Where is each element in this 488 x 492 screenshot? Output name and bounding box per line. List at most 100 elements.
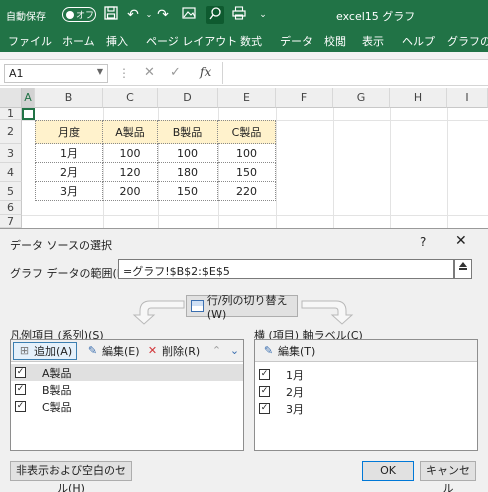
delete-series-button[interactable]: ✕ 削除(R) bbox=[141, 342, 205, 360]
column-header[interactable]: H bbox=[390, 88, 447, 108]
name-box[interactable]: A1 ▼ bbox=[4, 64, 108, 83]
row-header[interactable]: 4 bbox=[0, 163, 22, 182]
tab-help[interactable]: ヘルプ bbox=[402, 33, 435, 49]
category-checkbox[interactable]: ✓ bbox=[259, 386, 270, 397]
table-cell[interactable]: 2月 bbox=[35, 163, 103, 182]
add-series-button[interactable]: ⊞ 追加(A) bbox=[13, 342, 78, 360]
save-icon[interactable] bbox=[102, 6, 120, 24]
table-cell[interactable]: 150 bbox=[218, 163, 276, 182]
edit-icon: ✎ bbox=[263, 344, 274, 357]
table-cell[interactable]: 1月 bbox=[35, 144, 103, 163]
column-header[interactable]: G bbox=[333, 88, 390, 108]
help-icon[interactable]: ? bbox=[420, 235, 426, 249]
select-all-corner[interactable] bbox=[0, 88, 22, 108]
tab-formulas[interactable]: 数式 bbox=[240, 33, 262, 49]
insert-function-icon[interactable]: fx bbox=[200, 65, 211, 79]
series-item[interactable]: ✓ B製品 bbox=[11, 381, 243, 398]
series-checkbox[interactable]: ✓ bbox=[15, 401, 26, 412]
column-header[interactable]: I bbox=[447, 88, 488, 108]
tab-file[interactable]: ファイル bbox=[8, 33, 52, 49]
column-header[interactable]: E bbox=[218, 88, 276, 108]
chevron-down-icon[interactable]: ▼ bbox=[97, 67, 103, 76]
series-checkbox[interactable]: ✓ bbox=[15, 384, 26, 395]
table-cell[interactable]: 100 bbox=[103, 144, 158, 163]
switch-row-column-label: 行/列の切り替え(W) bbox=[206, 293, 288, 321]
series-item[interactable]: ✓ A製品 bbox=[11, 364, 243, 381]
chart-range-input[interactable]: =グラフ!$B$2:$E$5 bbox=[118, 259, 454, 279]
gridline bbox=[22, 215, 488, 216]
table-cell[interactable]: 180 bbox=[158, 163, 218, 182]
active-cell[interactable] bbox=[22, 108, 35, 120]
row-header[interactable]: 6 bbox=[0, 201, 22, 215]
tab-view[interactable]: 表示 bbox=[362, 33, 384, 49]
redo-icon[interactable]: ↷ bbox=[154, 6, 172, 24]
column-header[interactable]: B bbox=[35, 88, 103, 108]
enter-icon[interactable]: ✓ bbox=[170, 65, 181, 80]
gridline bbox=[276, 108, 277, 228]
category-item[interactable]: ✓ 1月 bbox=[255, 366, 477, 383]
column-header[interactable]: D bbox=[158, 88, 218, 108]
table-header-cell[interactable]: C製品 bbox=[218, 120, 276, 144]
cancel-button[interactable]: キャンセル bbox=[420, 461, 476, 492]
tab-review[interactable]: 校閲 bbox=[324, 33, 346, 49]
row-header[interactable]: 1 bbox=[0, 108, 22, 120]
table-header-cell[interactable]: 月度 bbox=[35, 120, 103, 144]
chevron-up-icon: ⌃ bbox=[211, 344, 222, 357]
tab-insert[interactable]: 挿入 bbox=[106, 33, 128, 49]
print-icon[interactable] bbox=[230, 6, 248, 24]
hidden-empty-cells-button[interactable]: 非表示および空白のセル(H) bbox=[10, 461, 132, 492]
picture-icon[interactable] bbox=[180, 6, 198, 24]
category-checkbox[interactable]: ✓ bbox=[259, 403, 270, 414]
add-icon: ⊞ bbox=[19, 344, 30, 357]
table-cell[interactable]: 120 bbox=[103, 163, 158, 182]
table-cell[interactable]: 200 bbox=[103, 182, 158, 201]
tab-data[interactable]: データ bbox=[280, 33, 313, 49]
row-header[interactable]: 3 bbox=[0, 144, 22, 163]
customize-qat-icon[interactable]: ⌄ bbox=[254, 6, 272, 24]
autosave-toggle[interactable]: オフ bbox=[62, 7, 96, 22]
category-label: 3月 bbox=[286, 402, 304, 416]
move-down-button[interactable]: ⌄ bbox=[223, 342, 249, 360]
lasso-icon[interactable] bbox=[206, 6, 224, 24]
chart-range-label: グラフ データの範囲(D): bbox=[10, 267, 134, 280]
row-header[interactable]: 7 bbox=[0, 215, 22, 228]
series-checkbox[interactable]: ✓ bbox=[15, 367, 26, 378]
formula-bar: A1 ▼ ⋮ ✕ ✓ fx bbox=[0, 60, 488, 86]
axis-labels-pane: ✎ 編集(T) ✓ 1月 ✓ 2月 ✓ 3月 bbox=[254, 339, 478, 451]
row-header[interactable]: 2 bbox=[0, 120, 22, 144]
ok-button[interactable]: OK bbox=[362, 461, 414, 481]
table-header-cell[interactable]: B製品 bbox=[158, 120, 218, 144]
edit-series-button[interactable]: ✎ 編集(E) bbox=[81, 342, 145, 360]
table-cell[interactable]: 100 bbox=[218, 144, 276, 163]
gridline bbox=[447, 108, 448, 228]
ribbon-body bbox=[0, 52, 488, 60]
category-item[interactable]: ✓ 2月 bbox=[255, 383, 477, 400]
tab-home[interactable]: ホーム bbox=[62, 33, 95, 49]
collapse-dialog-icon[interactable] bbox=[454, 259, 472, 279]
column-header[interactable]: C bbox=[103, 88, 158, 108]
swap-arrow-left-icon bbox=[132, 300, 185, 325]
title-bar: 自動保存 オフ ↶ ⌄ ↷ ⌄ excel15 グラフ bbox=[0, 0, 488, 30]
category-item[interactable]: ✓ 3月 bbox=[255, 400, 477, 417]
swap-arrow-right-icon bbox=[301, 300, 354, 325]
category-label: 1月 bbox=[286, 368, 304, 382]
column-header[interactable]: F bbox=[276, 88, 333, 108]
column-header[interactable]: A bbox=[22, 88, 35, 108]
series-item[interactable]: ✓ C製品 bbox=[11, 398, 243, 415]
tab-chart-design[interactable]: グラフのデ bbox=[447, 33, 488, 49]
row-header[interactable]: 5 bbox=[0, 182, 22, 201]
tab-page-layout[interactable]: ページ レイアウト bbox=[146, 33, 237, 49]
switch-row-column-button[interactable]: 行/列の切り替え(W) bbox=[186, 294, 298, 321]
category-checkbox[interactable]: ✓ bbox=[259, 369, 270, 380]
cancel-icon[interactable]: ✕ bbox=[144, 65, 155, 80]
table-cell[interactable]: 220 bbox=[218, 182, 276, 201]
table-cell[interactable]: 100 bbox=[158, 144, 218, 163]
table-header-cell[interactable]: A製品 bbox=[103, 120, 158, 144]
series-label: B製品 bbox=[42, 383, 72, 397]
close-icon[interactable]: ✕ bbox=[455, 233, 467, 249]
edit-axis-labels-button[interactable]: ✎ 編集(T) bbox=[257, 342, 320, 360]
table-cell[interactable]: 150 bbox=[158, 182, 218, 201]
series-label: C製品 bbox=[42, 400, 72, 414]
formula-input[interactable] bbox=[222, 62, 486, 84]
table-cell[interactable]: 3月 bbox=[35, 182, 103, 201]
